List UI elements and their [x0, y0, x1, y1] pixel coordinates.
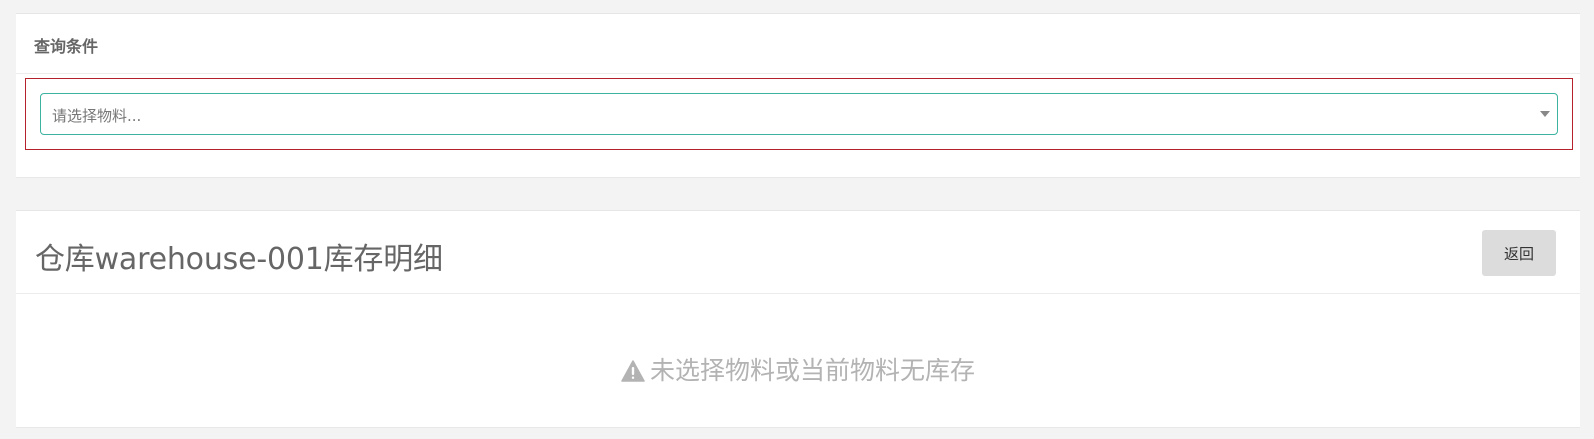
material-select-placeholder: 请选择物料... [52, 107, 142, 125]
inventory-detail-panel: 仓库warehouse-001库存明细 返回 未选择物料或当前物料无库存 [16, 210, 1580, 428]
empty-state: 未选择物料或当前物料无库存 [16, 351, 1580, 388]
empty-state-message: 未选择物料或当前物料无库存 [649, 356, 975, 385]
back-button[interactable]: 返回 [1482, 230, 1556, 276]
detail-divider [16, 293, 1580, 294]
query-panel: 查询条件 请选择物料... [16, 13, 1580, 178]
material-select[interactable]: 请选择物料... [40, 93, 1558, 135]
query-panel-title: 查询条件 [34, 37, 99, 56]
chevron-down-icon[interactable] [1540, 111, 1550, 117]
query-divider [16, 73, 1580, 74]
material-select-highlight: 请选择物料... [25, 78, 1573, 150]
warning-icon [621, 359, 645, 388]
inventory-detail-title: 仓库warehouse-001库存明细 [35, 242, 443, 277]
page: 查询条件 请选择物料... 仓库warehouse-001库存明细 返回 未选择… [0, 0, 1594, 439]
